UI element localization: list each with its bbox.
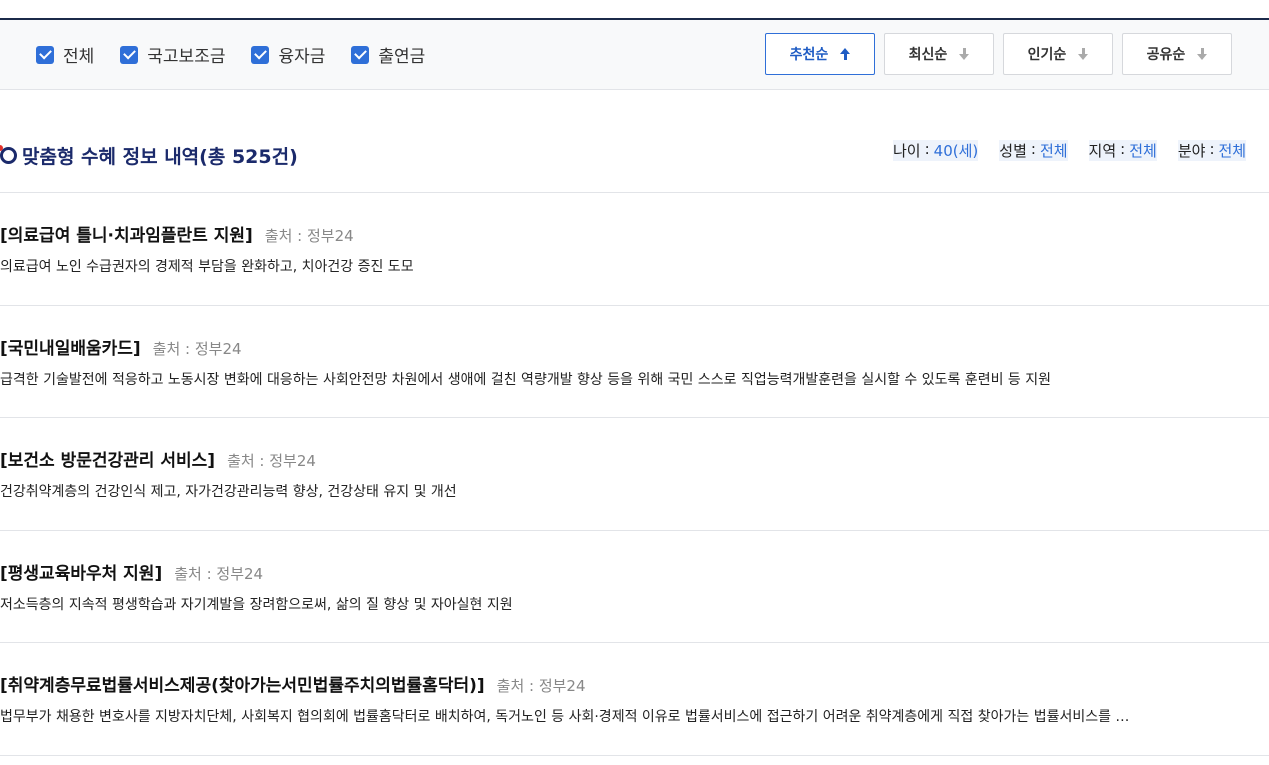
checkbox-checked-icon[interactable] [351, 45, 370, 64]
item-description: 법무부가 채용한 변호사를 지방자치단체, 사회복지 협의회에 법률홈닥터로 배… [0, 709, 1130, 725]
sort-recommended-button[interactable]: 추천순 [765, 33, 875, 75]
section-title-text: 맞춤형 수혜 정보 내역(총 525건) [22, 146, 298, 168]
item-source: 출처 : 정부24 [496, 677, 586, 695]
filter-contribution[interactable]: 출연금 [351, 42, 425, 67]
meta-field: 분야: 전체 [1177, 140, 1247, 161]
meta-key: 성별 [999, 140, 1027, 161]
filter-label: 출연금 [378, 47, 426, 67]
arrow-down-icon [1197, 48, 1208, 60]
category-filters: 전체 국고보조금 융자금 출연금 [36, 20, 451, 89]
filter-loan[interactable]: 융자금 [251, 42, 325, 67]
filter-national-subsidy[interactable]: 국고보조금 [120, 42, 225, 67]
list-item[interactable]: [국민내일배움카드] 출처 : 정부24 급격한 기술발전에 적응하고 노동시장… [0, 306, 1269, 418]
meta-key: 나이 [893, 140, 921, 161]
list-item[interactable]: [의료급여 틀니·치과임플란트 지원] 출처 : 정부24 의료급여 노인 수급… [0, 193, 1269, 306]
sort-popular-button[interactable]: 인기순 [1003, 33, 1113, 75]
meta-value: 전체 [1039, 140, 1068, 161]
item-title-row: [취약계층무료법률서비스제공(찾아가는서민법률주치의법률홈닥터)] 출처 : 정… [0, 671, 586, 696]
item-title-row: [평생교육바우처 지원] 출처 : 정부24 [0, 559, 263, 584]
item-description: 저소득층의 지속적 평생학습과 자기계발을 장려함으로써, 삶의 질 향상 및 … [0, 596, 513, 613]
filter-label: 국고보조금 [147, 47, 226, 67]
item-title-link[interactable]: [의료급여 틀니·치과임플란트 지원] [0, 221, 253, 246]
list-item[interactable]: [보건소 방문건강관리 서비스] 출처 : 정부24 건강취약계층의 건강인식 … [0, 418, 1269, 531]
sort-options: 추천순 최신순 인기순 공유순 [765, 33, 1241, 75]
section-bullet-icon [0, 145, 17, 164]
filter-label: 융자금 [278, 47, 326, 67]
results-header: 맞춤형 수혜 정보 내역(총 525건) 나이:40(세) 성별: 전체 지역: 전… [0, 90, 1269, 193]
item-title-row: [의료급여 틀니·치과임플란트 지원] 출처 : 정부24 [0, 221, 354, 246]
item-title-link[interactable]: [취약계층무료법률서비스제공(찾아가는서민법률주치의법률홈닥터)] [0, 671, 485, 696]
meta-separator: : [1026, 140, 1040, 161]
item-title-link[interactable]: [국민내일배움카드] [0, 334, 141, 359]
sort-label: 추천순 [789, 47, 829, 63]
sort-label: 최신순 [908, 47, 948, 63]
meta-gender: 성별: 전체 [999, 140, 1068, 161]
item-title-row: [국민내일배움카드] 출처 : 정부24 [0, 334, 242, 359]
meta-separator: : [920, 140, 934, 161]
filter-label: 전체 [63, 47, 95, 67]
arrow-down-icon [1078, 48, 1089, 60]
sort-shared-button[interactable]: 공유순 [1122, 33, 1232, 75]
checkbox-checked-icon[interactable] [251, 45, 270, 64]
meta-separator: : [1116, 140, 1130, 161]
list-item[interactable]: [평생교육바우처 지원] 출처 : 정부24 저소득층의 지속적 평생학습과 자… [0, 531, 1269, 643]
item-source: 출처 : 정부24 [227, 452, 316, 470]
meta-age: 나이:40(세) [893, 140, 979, 161]
filter-all[interactable]: 전체 [36, 42, 94, 67]
item-description: 의료급여 노인 수급권자의 경제적 부담을 완화하고, 치아건강 증진 도모 [0, 259, 414, 275]
user-condition-summary: 나이:40(세) 성별: 전체 지역: 전체 분야: 전체 [893, 140, 1267, 161]
results-list: [의료급여 틀니·치과임플란트 지원] 출처 : 정부24 의료급여 노인 수급… [0, 193, 1269, 756]
checkbox-checked-icon[interactable] [36, 45, 54, 64]
section-title: 맞춤형 수혜 정보 내역(총 525건) [0, 142, 298, 169]
sort-latest-button[interactable]: 최신순 [884, 33, 994, 75]
item-source: 출처 : 정부24 [264, 227, 354, 245]
meta-value: 전체 [1129, 140, 1157, 161]
meta-value: 40(세) [933, 140, 979, 161]
item-title-link[interactable]: [평생교육바우처 지원] [0, 559, 162, 584]
arrow-up-icon [840, 48, 851, 60]
meta-key: 분야 [1177, 140, 1206, 161]
item-source: 출처 : 정부24 [174, 564, 264, 583]
item-title-link[interactable]: [보건소 방문건강관리 서비스] [0, 446, 215, 471]
filter-bar: 전체 국고보조금 융자금 출연금 추천순 최신순 인기순 공유순 [0, 20, 1269, 90]
checkbox-checked-icon[interactable] [120, 45, 139, 64]
item-description: 급격한 기술발전에 적응하고 노동시장 변화에 대응하는 사회안전망 차원에서 … [0, 371, 1052, 388]
arrow-down-icon [959, 48, 970, 60]
item-description: 건강취약계층의 건강인식 제고, 자가건강관리능력 향상, 건강상태 유지 및 … [0, 484, 457, 500]
meta-region: 지역: 전체 [1088, 140, 1157, 161]
meta-key: 지역 [1088, 140, 1117, 161]
item-source: 출처 : 정부24 [152, 339, 242, 358]
sort-label: 공유순 [1146, 47, 1186, 63]
meta-separator: : [1205, 140, 1219, 161]
sort-label: 인기순 [1027, 47, 1067, 63]
meta-value: 전체 [1218, 140, 1247, 161]
list-item[interactable]: [취약계층무료법률서비스제공(찾아가는서민법률주치의법률홈닥터)] 출처 : 정… [0, 643, 1269, 756]
item-title-row: [보건소 방문건강관리 서비스] 출처 : 정부24 [0, 446, 316, 471]
